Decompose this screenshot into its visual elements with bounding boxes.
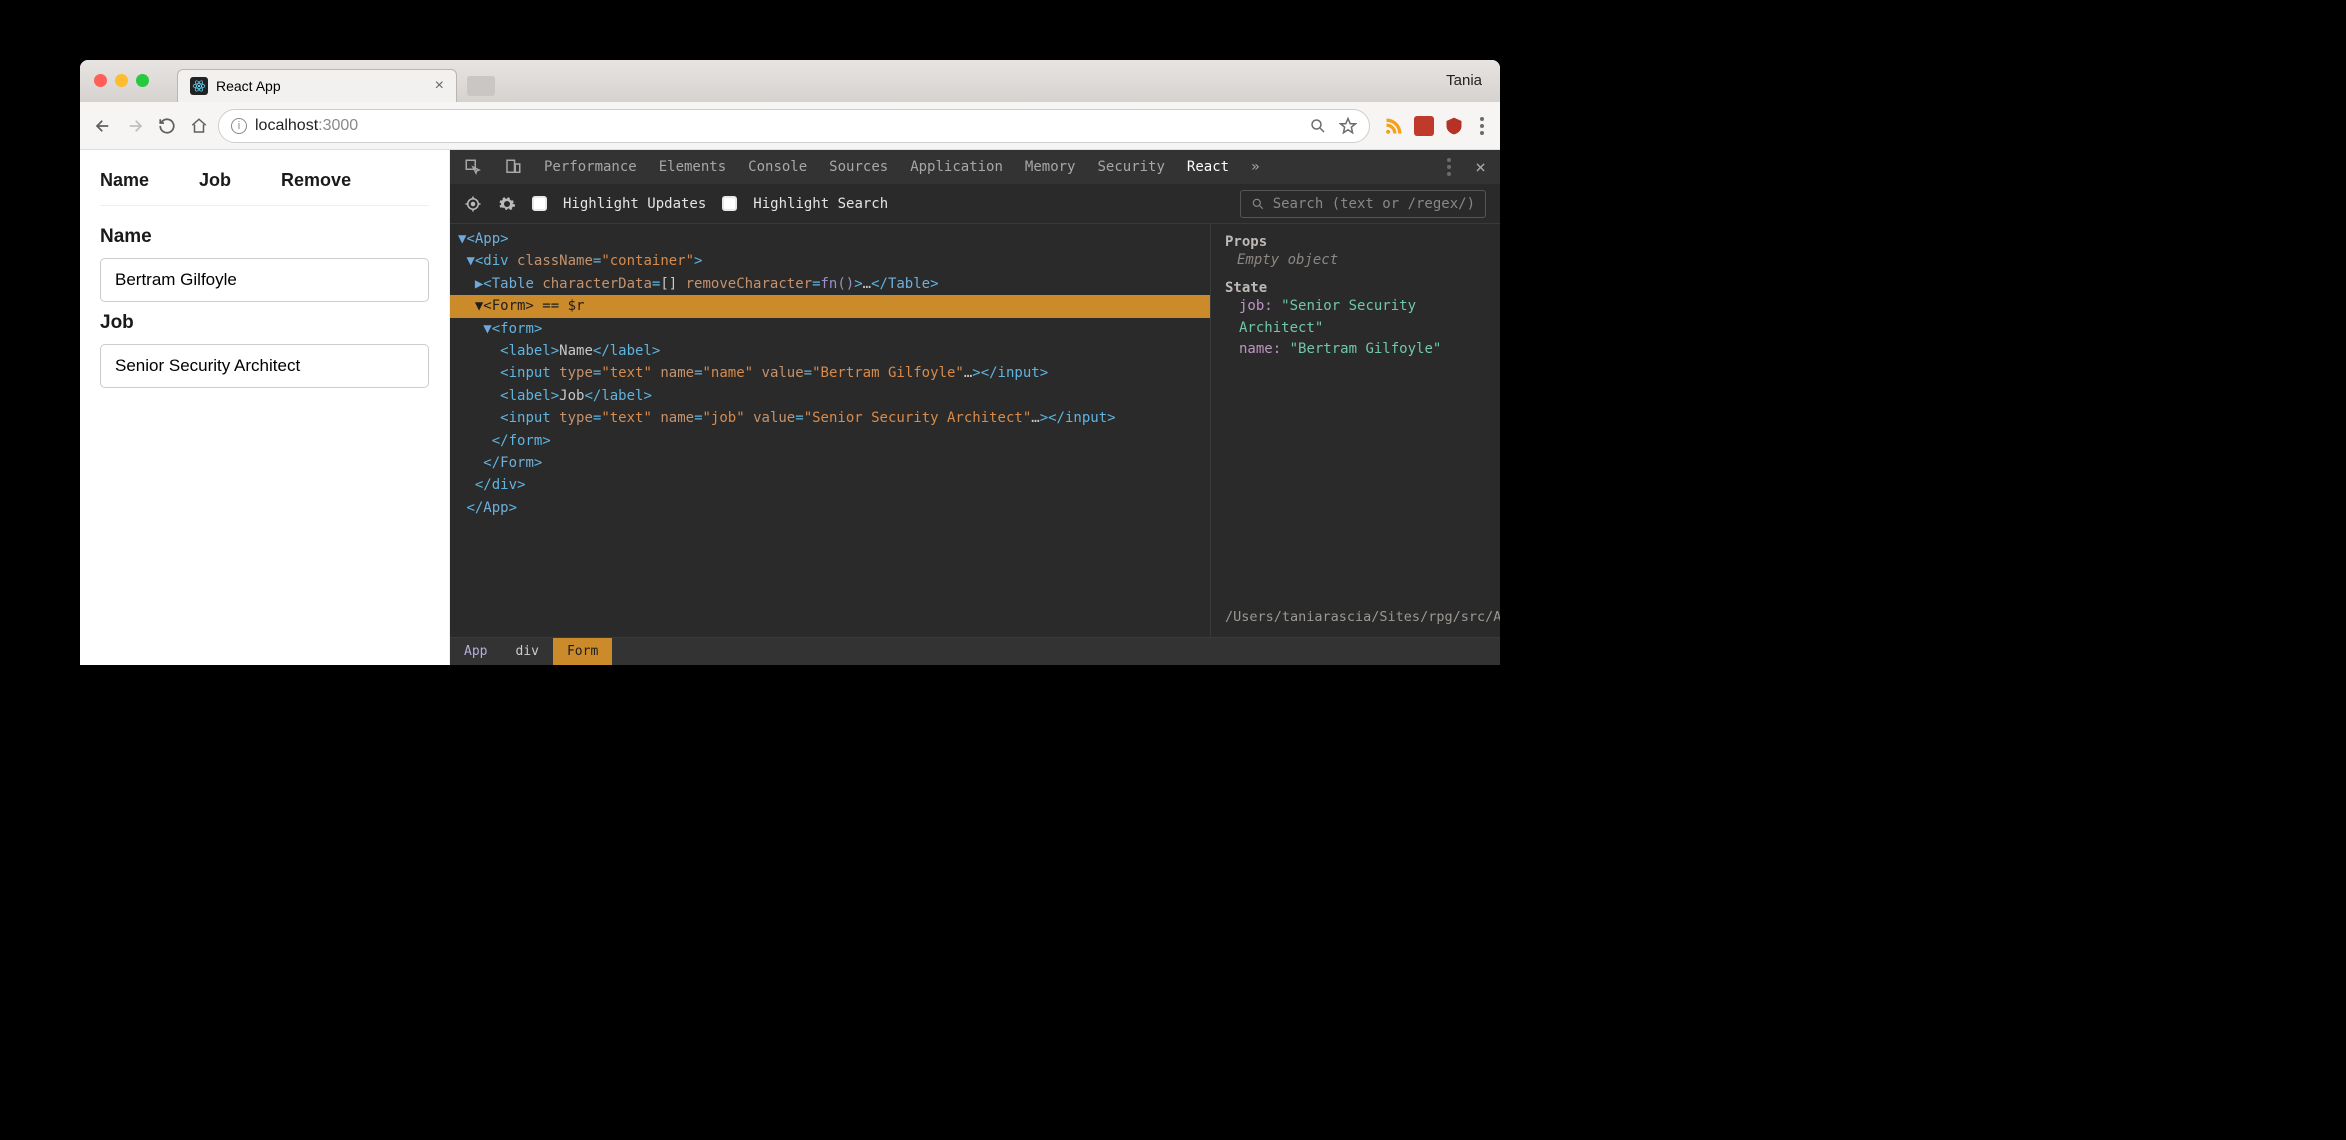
- extensions: [1376, 116, 1490, 136]
- name-input[interactable]: [100, 258, 429, 302]
- tab-sources[interactable]: Sources: [829, 159, 888, 175]
- react-side-panel: Props Empty object State job: "Senior Se…: [1210, 224, 1500, 637]
- col-remove: Remove: [281, 170, 351, 191]
- browser-menu-button[interactable]: [1474, 117, 1490, 135]
- highlight-search-checkbox[interactable]: [722, 196, 737, 211]
- crumb-form[interactable]: Form: [553, 638, 612, 665]
- highlight-search-label: Highlight Search: [753, 196, 888, 212]
- maximize-window-button[interactable]: [136, 74, 149, 87]
- home-button[interactable]: [186, 113, 212, 139]
- devtools-menu-button[interactable]: [1441, 158, 1457, 176]
- devtools-close-icon[interactable]: ×: [1475, 157, 1486, 178]
- highlight-updates-label: Highlight Updates: [563, 196, 706, 212]
- tab-application[interactable]: Application: [910, 159, 1003, 175]
- url-port: :3000: [318, 117, 358, 135]
- col-name: Name: [100, 170, 149, 191]
- app-page: Name Job Remove Name Job: [80, 150, 450, 665]
- gear-icon[interactable]: [498, 195, 516, 213]
- react-toolbar: Highlight Updates Highlight Search Searc…: [450, 184, 1500, 224]
- state-name: name: "Bertram Gilfoyle": [1225, 339, 1486, 361]
- divider: [100, 205, 429, 206]
- col-job: Job: [199, 170, 231, 191]
- ublock-icon[interactable]: [1444, 116, 1464, 136]
- back-button[interactable]: [90, 113, 116, 139]
- table-header-row: Name Job Remove: [100, 164, 429, 205]
- react-panel-body: ▼<App> ▼<div className="container"> ▶<Ta…: [450, 224, 1500, 637]
- minimize-window-button[interactable]: [115, 74, 128, 87]
- crumb-app[interactable]: App: [450, 644, 501, 659]
- component-tree[interactable]: ▼<App> ▼<div className="container"> ▶<Ta…: [450, 224, 1210, 637]
- devtools: Performance Elements Console Sources App…: [450, 150, 1500, 665]
- props-heading: Props: [1225, 234, 1486, 250]
- state-heading: State: [1225, 280, 1486, 296]
- search-placeholder: Search (text or /regex/): [1273, 196, 1475, 212]
- react-search-input[interactable]: Search (text or /regex/): [1240, 190, 1486, 218]
- bookmark-icon[interactable]: [1339, 117, 1357, 135]
- job-label: Job: [100, 312, 429, 334]
- tab-performance[interactable]: Performance: [544, 159, 637, 175]
- rss-icon[interactable]: [1384, 116, 1404, 136]
- profile-name[interactable]: Tania: [1446, 72, 1482, 89]
- crumb-div[interactable]: div: [501, 644, 552, 659]
- tab-react[interactable]: React: [1187, 159, 1229, 175]
- close-tab-icon[interactable]: ×: [435, 77, 444, 95]
- react-favicon: [190, 77, 208, 95]
- device-icon[interactable]: [504, 158, 522, 176]
- breadcrumb: App div Form: [450, 637, 1500, 665]
- tab-title: React App: [216, 78, 281, 94]
- source-path[interactable]: /Users/taniarascia/Sites/rpg/src/App.js:…: [1225, 608, 1486, 627]
- url-host: localhost: [255, 117, 318, 135]
- url-bar: i localhost:3000: [80, 102, 1500, 150]
- browser-tab[interactable]: React App ×: [177, 69, 457, 102]
- window-controls: [94, 74, 149, 87]
- extension-icon[interactable]: [1414, 116, 1434, 136]
- devtools-tabstrip: Performance Elements Console Sources App…: [450, 150, 1500, 184]
- tab-security[interactable]: Security: [1097, 159, 1164, 175]
- tab-memory[interactable]: Memory: [1025, 159, 1076, 175]
- props-empty: Empty object: [1237, 252, 1486, 268]
- more-tabs-icon[interactable]: »: [1251, 159, 1259, 175]
- content-area: Name Job Remove Name Job Performance Ele…: [80, 150, 1500, 665]
- zoom-icon[interactable]: [1309, 117, 1327, 135]
- forward-button[interactable]: [122, 113, 148, 139]
- reload-button[interactable]: [154, 113, 180, 139]
- omnibox[interactable]: i localhost:3000: [218, 109, 1370, 143]
- inspect-icon[interactable]: [464, 158, 482, 176]
- browser-window: React App × Tania i localhost:3000: [80, 60, 1500, 665]
- job-input[interactable]: [100, 344, 429, 388]
- tab-console[interactable]: Console: [748, 159, 807, 175]
- close-window-button[interactable]: [94, 74, 107, 87]
- tab-elements[interactable]: Elements: [659, 159, 726, 175]
- site-info-icon[interactable]: i: [231, 118, 247, 134]
- name-label: Name: [100, 226, 429, 248]
- highlight-updates-checkbox[interactable]: [532, 196, 547, 211]
- state-job: job: "Senior Security Architect": [1225, 296, 1486, 339]
- target-icon[interactable]: [464, 195, 482, 213]
- new-tab-button[interactable]: [467, 76, 495, 96]
- titlebar: React App × Tania: [80, 60, 1500, 102]
